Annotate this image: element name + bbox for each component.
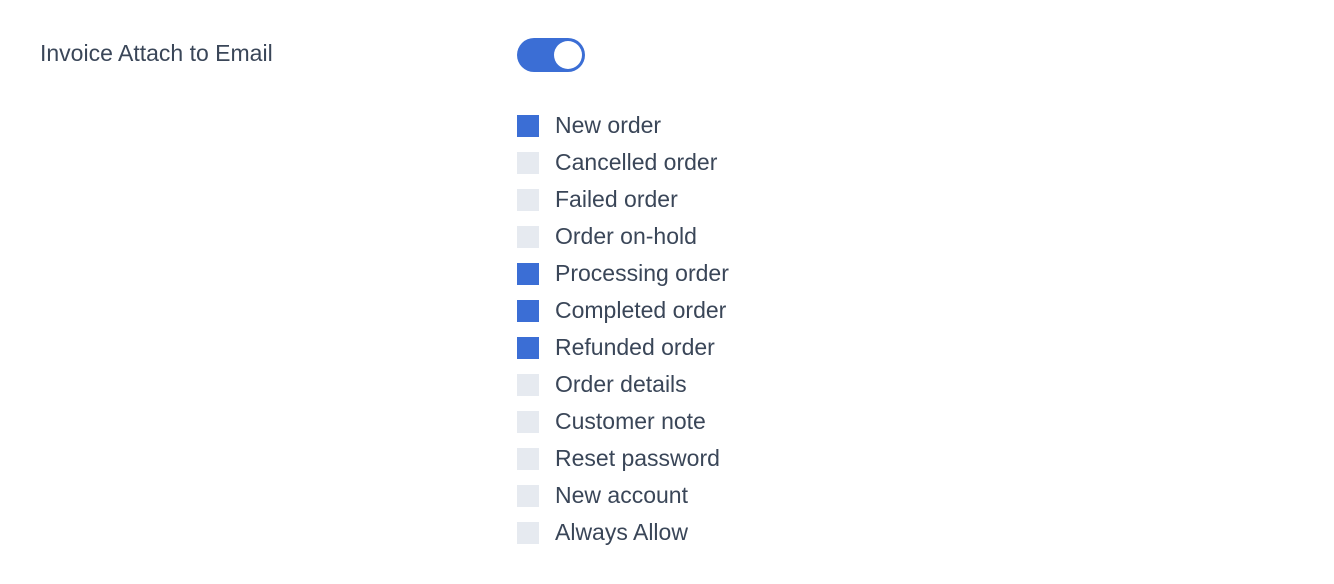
invoice-attach-label: Invoice Attach to Email	[40, 40, 517, 68]
checkbox	[517, 522, 539, 544]
checkbox	[517, 485, 539, 507]
checkbox-item-refunded-order[interactable]: Refunded order	[517, 336, 729, 359]
checkbox-label: Customer note	[555, 410, 706, 433]
invoice-attach-setting-row: Invoice Attach to Email New order Cancel…	[40, 40, 1294, 544]
checkbox-item-order-details[interactable]: Order details	[517, 373, 729, 396]
toggle-knob	[554, 41, 582, 69]
checkbox	[517, 411, 539, 433]
checkbox	[517, 263, 539, 285]
checkbox-label: Completed order	[555, 299, 726, 322]
checkbox	[517, 189, 539, 211]
checkbox	[517, 152, 539, 174]
checkbox-label: New account	[555, 484, 688, 507]
checkbox-item-new-account[interactable]: New account	[517, 484, 729, 507]
checkbox-item-new-order[interactable]: New order	[517, 114, 729, 137]
checkbox-item-customer-note[interactable]: Customer note	[517, 410, 729, 433]
checkbox-label: Failed order	[555, 188, 678, 211]
checkbox-item-cancelled-order[interactable]: Cancelled order	[517, 151, 729, 174]
invoice-attach-options-list: New order Cancelled order Failed order O…	[517, 114, 729, 544]
checkbox-label: New order	[555, 114, 661, 137]
checkbox-label: Processing order	[555, 262, 729, 285]
checkbox-label: Order on-hold	[555, 225, 697, 248]
checkbox-item-processing-order[interactable]: Processing order	[517, 262, 729, 285]
checkbox-label: Reset password	[555, 447, 720, 470]
checkbox-label: Refunded order	[555, 336, 715, 359]
invoice-attach-toggle[interactable]	[517, 38, 585, 72]
checkbox	[517, 226, 539, 248]
checkbox-item-failed-order[interactable]: Failed order	[517, 188, 729, 211]
checkbox-label: Always Allow	[555, 521, 688, 544]
checkbox-item-order-on-hold[interactable]: Order on-hold	[517, 225, 729, 248]
checkbox	[517, 115, 539, 137]
checkbox-item-always-allow[interactable]: Always Allow	[517, 521, 729, 544]
checkbox	[517, 300, 539, 322]
checkbox-label: Order details	[555, 373, 687, 396]
checkbox	[517, 448, 539, 470]
checkbox-item-reset-password[interactable]: Reset password	[517, 447, 729, 470]
checkbox-item-completed-order[interactable]: Completed order	[517, 299, 729, 322]
checkbox	[517, 374, 539, 396]
invoice-attach-control: New order Cancelled order Failed order O…	[517, 40, 729, 544]
checkbox-label: Cancelled order	[555, 151, 717, 174]
checkbox	[517, 337, 539, 359]
